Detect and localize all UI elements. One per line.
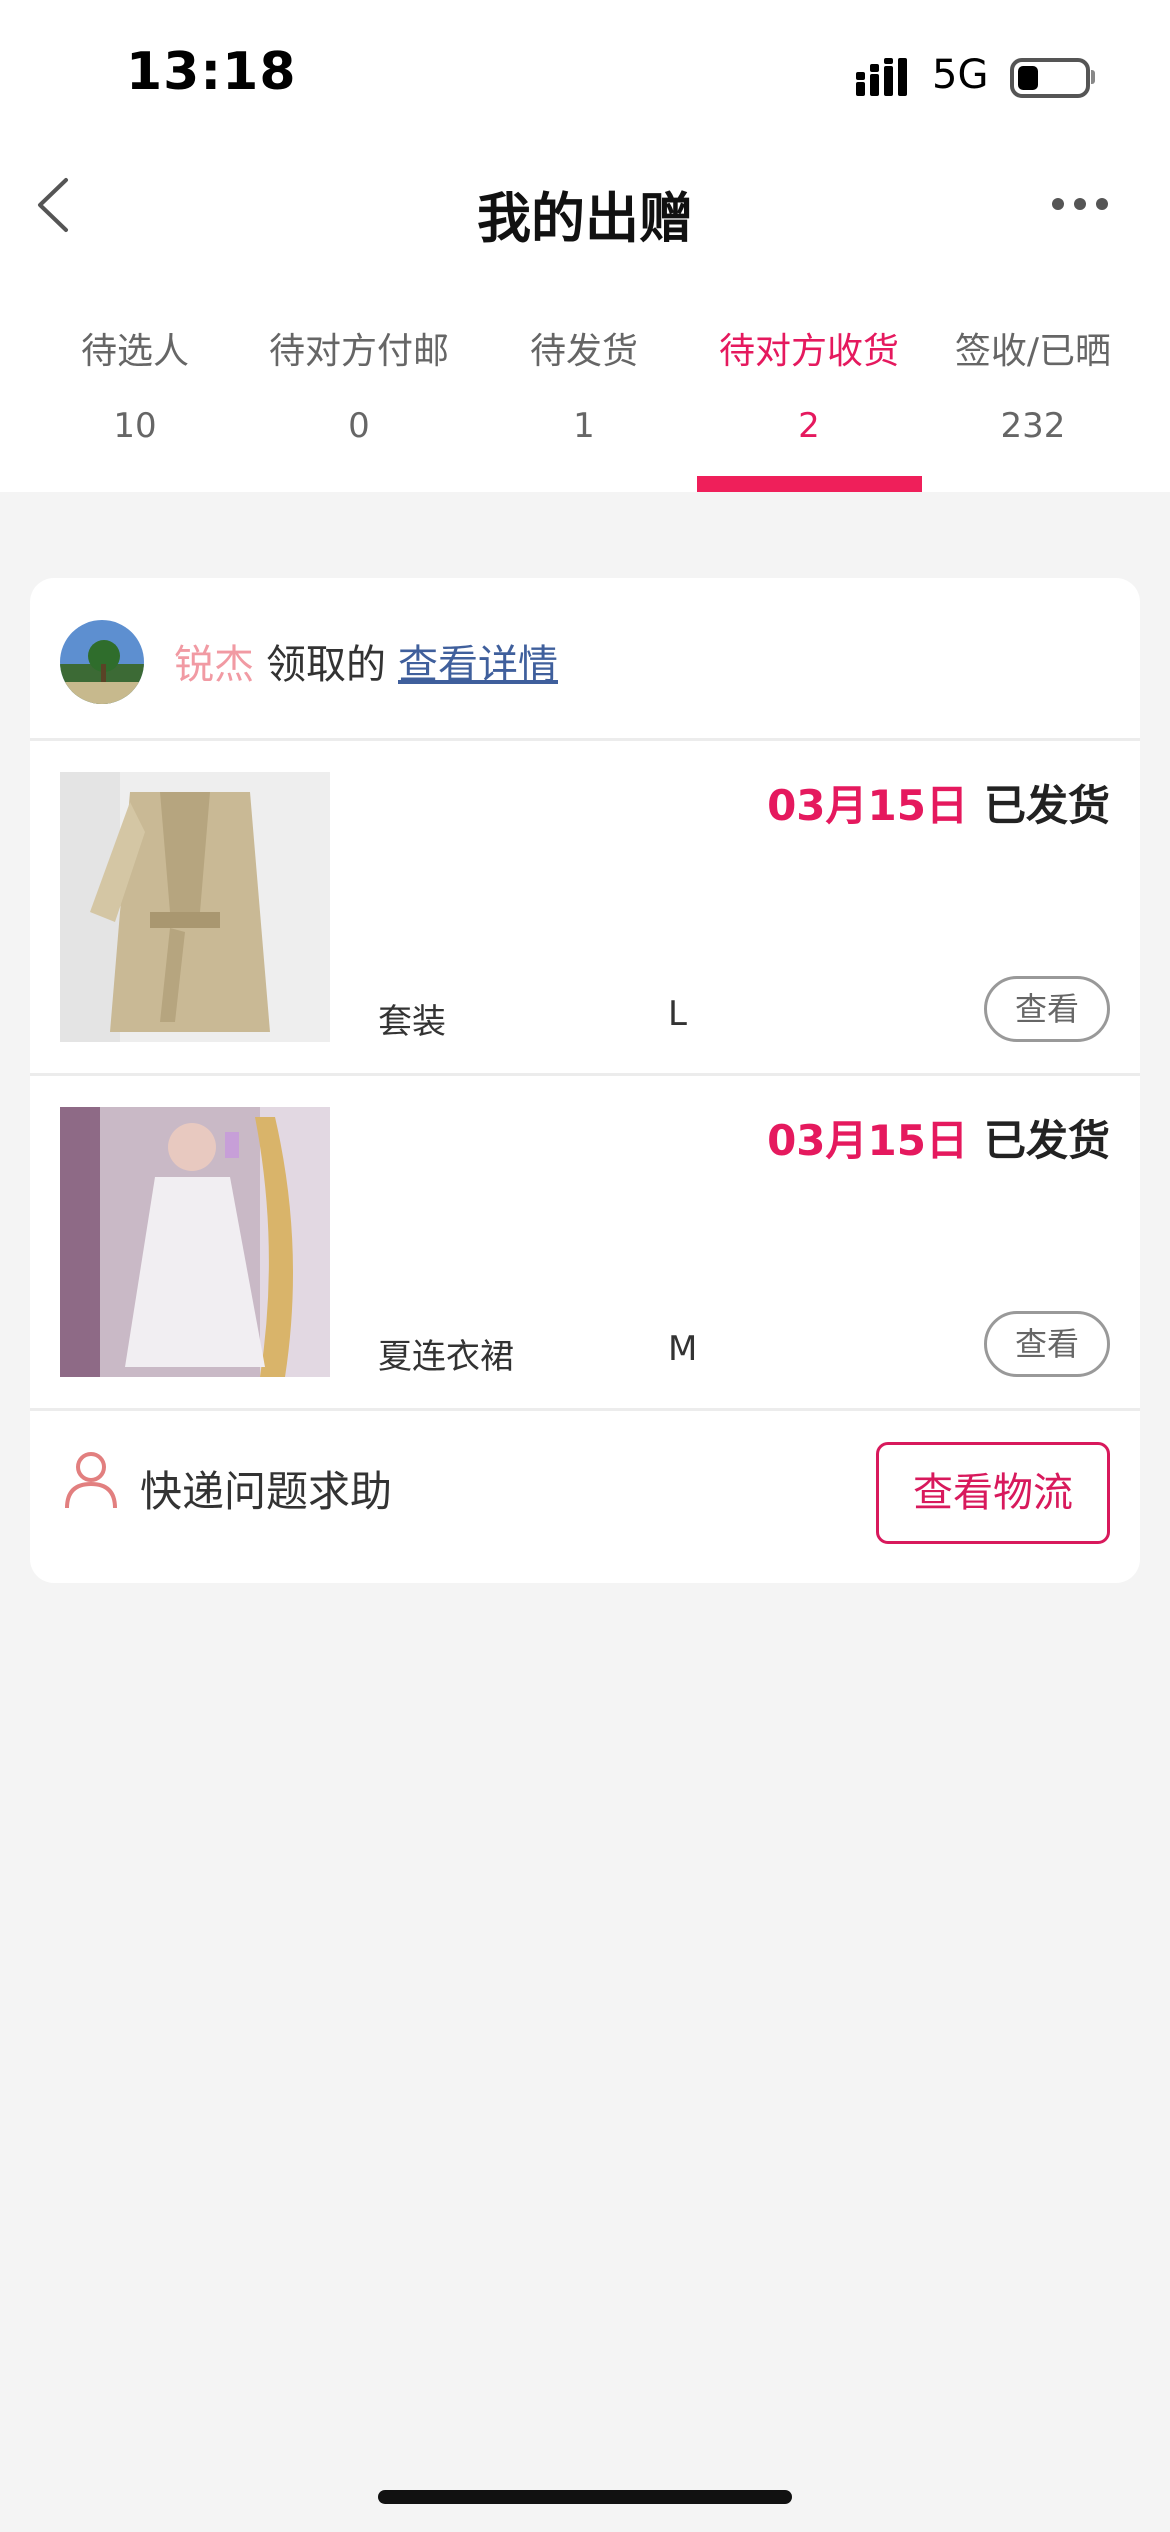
tab-label: 待选人	[80, 331, 189, 372]
item-size: L	[668, 994, 687, 1034]
ship-date: 03月15日 已发货	[767, 1107, 1110, 1168]
order-owner: 锐杰 领取的 查看详情	[174, 632, 558, 690]
tab-signed[interactable]: 签收/已晒 232	[920, 322, 1146, 446]
tab-pending-postage[interactable]: 待对方付邮 0	[246, 322, 472, 446]
avatar[interactable]	[60, 620, 144, 704]
receiver-suffix: 领取的	[266, 642, 386, 688]
tab-count: 2	[798, 406, 820, 446]
divider	[30, 1408, 1140, 1411]
network-type: 5G	[932, 52, 989, 98]
top-area: 13:18 5G 我的出赠 待选人 10 待对方付邮 0 待发货 1 待对方收货…	[0, 0, 1170, 492]
ship-date: 03月15日 已发货	[767, 772, 1110, 833]
person-icon	[65, 1452, 117, 1509]
ship-date-value: 03月15日	[767, 1116, 968, 1165]
item-name: 夏连衣裙	[378, 1337, 514, 1377]
more-dots-icon[interactable]	[1052, 198, 1108, 212]
list-item: 03月15日 已发货 夏连衣裙 M 查看	[30, 1075, 1140, 1407]
battery-tip	[1091, 70, 1095, 84]
item-name: 套装	[378, 1002, 446, 1042]
tab-count: 10	[113, 406, 157, 446]
product-image[interactable]	[60, 772, 330, 1042]
tab-label: 签收/已晒	[954, 331, 1112, 372]
ship-date-value: 03月15日	[767, 781, 968, 830]
signal-icon	[856, 58, 907, 96]
tab-pending-select[interactable]: 待选人 10	[22, 322, 248, 446]
battery-icon	[1010, 58, 1090, 98]
view-button[interactable]: 查看	[984, 976, 1110, 1042]
view-logistics-button[interactable]: 查看物流	[876, 1442, 1110, 1544]
tab-label: 待发货	[529, 331, 638, 372]
view-details-link[interactable]: 查看详情	[398, 642, 558, 688]
receiver-name: 锐杰	[174, 642, 254, 688]
list-item: 03月15日 已发货 套装 L 查看	[30, 740, 1140, 1072]
tab-count: 232	[1000, 406, 1066, 446]
tab-label: 待对方收货	[718, 331, 899, 372]
delivery-help[interactable]: 快递问题求助	[140, 1458, 392, 1519]
tab-count: 0	[348, 406, 370, 446]
tab-pending-ship[interactable]: 待发货 1	[471, 322, 697, 446]
status-time: 13:18	[126, 42, 297, 102]
active-tab-indicator	[697, 476, 922, 492]
tab-count: 1	[573, 406, 595, 446]
ship-status: 已发货	[983, 781, 1110, 830]
product-image[interactable]	[60, 1107, 330, 1377]
view-button[interactable]: 查看	[984, 1311, 1110, 1377]
order-card: 锐杰 领取的 查看详情 03月15日 已发货 套装 L 查看 03月15日 已发…	[30, 578, 1140, 1583]
ship-status: 已发货	[983, 1116, 1110, 1165]
tab-pending-receive[interactable]: 待对方收货 2	[696, 322, 922, 446]
home-indicator[interactable]	[378, 2490, 792, 2504]
page-title: 我的出赠	[477, 187, 693, 250]
tab-label: 待对方付邮	[268, 331, 449, 372]
item-size: M	[668, 1329, 698, 1369]
